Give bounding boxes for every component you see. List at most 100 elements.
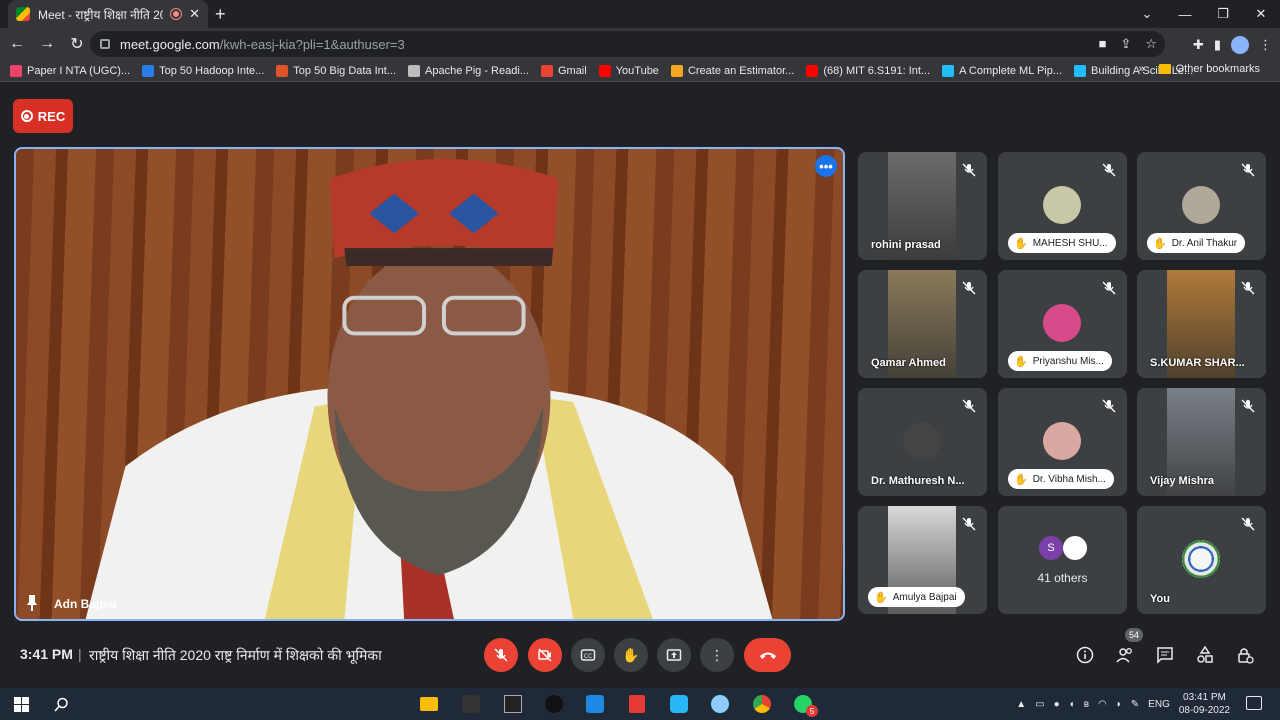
participant-tile[interactable]: Qamar Ahmed xyxy=(858,270,987,378)
app-icon-1[interactable] xyxy=(460,693,482,715)
browser-tab-meet[interactable]: Meet - राष्ट्रीय शिक्षा नीति 2020 ✕ xyxy=(8,0,208,28)
maximize-icon[interactable]: ❐ xyxy=(1204,0,1242,28)
app-icon-4[interactable] xyxy=(668,693,690,715)
back-arrow-icon[interactable]: ← xyxy=(4,31,30,57)
wifi-icon[interactable]: ◠ xyxy=(1098,699,1107,710)
participant-tile[interactable]: rohini prasad xyxy=(858,152,987,260)
self-tile[interactable]: You xyxy=(1137,506,1266,614)
participant-tile[interactable]: ✋ Dr. Vibha Mish... xyxy=(998,388,1127,496)
tab-search-chevron-icon[interactable]: ⌄ xyxy=(1128,0,1166,28)
side-panel-icon[interactable]: ▮ xyxy=(1214,37,1221,53)
search-icon[interactable] xyxy=(50,693,72,715)
raise-hand-button[interactable]: ✋ xyxy=(614,638,648,672)
self-name: You xyxy=(1150,593,1170,605)
meeting-details-button[interactable] xyxy=(1074,644,1096,666)
muted-mic-icon xyxy=(1238,160,1258,180)
mic-off-button[interactable] xyxy=(484,638,518,672)
muted-mic-icon xyxy=(959,396,979,416)
bookmark-item[interactable]: Apache Pig - Readi... xyxy=(408,64,529,77)
leave-call-button[interactable] xyxy=(744,638,791,672)
pin-icon[interactable] xyxy=(26,595,38,611)
bluetooth-icon[interactable]: ʙ xyxy=(1084,699,1089,710)
bookmark-star-icon[interactable]: ☆ xyxy=(1145,36,1157,52)
speaker-icon[interactable]: ◗ xyxy=(1116,699,1122,710)
bookmark-item[interactable]: Create an Estimator... xyxy=(670,64,794,77)
participant-avatar xyxy=(1043,304,1081,342)
activities-button[interactable] xyxy=(1194,644,1216,666)
share-icon[interactable]: ⇪ xyxy=(1120,36,1131,52)
app-icon-5[interactable] xyxy=(709,693,731,715)
participant-tile[interactable]: S.KUMAR SHAR... xyxy=(1137,270,1266,378)
bookmark-item[interactable]: Gmail xyxy=(540,64,587,77)
file-explorer-icon[interactable] xyxy=(418,693,440,715)
chrome-icon[interactable] xyxy=(751,693,773,715)
bookmark-favicon-icon xyxy=(598,64,611,77)
bookmark-item[interactable]: Paper I NTA (UGC)... xyxy=(10,64,130,77)
forward-arrow-icon[interactable]: → xyxy=(34,31,60,57)
bookmark-item[interactable]: Top 50 Hadoop Inte... xyxy=(142,64,264,77)
participant-tile[interactable]: ✋ MAHESH SHU... xyxy=(998,152,1127,260)
window-controls: ⌄ — ❐ ✕ xyxy=(1128,0,1280,28)
clock-date[interactable]: 03:41 PM 08-09-2022 xyxy=(1179,691,1230,717)
vscode-icon[interactable] xyxy=(584,693,606,715)
app-icon-3[interactable] xyxy=(543,693,565,715)
muted-mic-icon xyxy=(959,160,979,180)
camera-in-use-icon[interactable]: ■ xyxy=(1099,36,1107,52)
lock-icon[interactable] xyxy=(100,39,110,49)
windows-start-icon[interactable] xyxy=(10,693,32,715)
pdf-reader-icon[interactable] xyxy=(626,693,648,715)
participant-tile[interactable]: Vijay Mishra xyxy=(1137,388,1266,496)
participant-name: Dr. Vibha Mish... xyxy=(1032,473,1106,485)
profile-avatar[interactable] xyxy=(1231,36,1249,54)
close-window-icon[interactable]: ✕ xyxy=(1242,0,1280,28)
participant-name: Dr. Anil Thakur xyxy=(1171,237,1238,249)
pen-icon[interactable]: ✎ xyxy=(1131,699,1139,710)
language-indicator[interactable]: ENG xyxy=(1148,699,1170,710)
main-speaker-name: Adn Bajpai xyxy=(54,597,117,611)
bookmarks-overflow-icon[interactable]: » xyxy=(1139,63,1145,75)
chrome-menu-icon[interactable]: ⋮ xyxy=(1259,37,1272,53)
muted-mic-icon xyxy=(1238,396,1258,416)
bookmark-item[interactable]: A Complete ML Pip... xyxy=(942,64,1062,77)
address-bar[interactable]: meet.google.com /kwh-easj-kia?pli=1&auth… xyxy=(90,31,1165,57)
meet-area: REC ••• Adn Bajpai rohini prasad ✋ MAHESH … xyxy=(0,82,1280,688)
bookmark-item[interactable]: Top 50 Big Data Int... xyxy=(276,64,396,77)
minimize-icon[interactable]: — xyxy=(1166,0,1204,28)
battery-icon[interactable]: ▭ xyxy=(1035,699,1044,710)
participant-tile[interactable]: ✋ Priyanshu Mis... xyxy=(998,270,1127,378)
present-screen-button[interactable] xyxy=(657,638,691,672)
participant-tile[interactable]: Dr. Mathuresh N... xyxy=(858,388,987,496)
bookmark-favicon-icon xyxy=(540,64,553,77)
taskbar-time: 03:41 PM xyxy=(1183,692,1226,703)
chat-button[interactable] xyxy=(1154,644,1176,666)
captions-button[interactable]: CC xyxy=(571,638,605,672)
participant-tile[interactable]: ✋ Amulya Bajpai xyxy=(858,506,987,614)
bookmark-favicon-icon xyxy=(142,64,155,77)
people-icon xyxy=(1116,648,1132,663)
tray-chevron-icon[interactable]: ▲ xyxy=(1016,699,1026,710)
whatsapp-icon[interactable]: 5 xyxy=(792,693,818,717)
microphone-icon[interactable]: ● xyxy=(1054,699,1060,710)
url-domain: meet.google.com xyxy=(120,36,220,52)
more-options-button[interactable]: ⋮ xyxy=(700,638,734,672)
camera-off-button[interactable] xyxy=(528,638,562,672)
bookmark-item[interactable]: (68) MIT 6.S191: Int... xyxy=(806,64,930,77)
app-icon-2[interactable] xyxy=(502,693,524,715)
extensions-puzzle-icon[interactable]: ✚ xyxy=(1193,37,1204,53)
whatsapp-badge: 5 xyxy=(806,705,818,717)
new-tab-icon[interactable]: + xyxy=(215,4,226,25)
volume-icon[interactable]: ◖ xyxy=(1069,699,1075,710)
more-options-icon[interactable]: ••• xyxy=(815,155,837,177)
recording-button[interactable]: REC xyxy=(13,99,73,133)
bookmark-item[interactable]: YouTube xyxy=(598,64,659,77)
people-button[interactable] xyxy=(1114,644,1136,666)
close-tab-icon[interactable]: ✕ xyxy=(189,6,200,22)
notification-center-icon[interactable] xyxy=(1246,696,1262,710)
others-tile[interactable]: S 41 others xyxy=(998,506,1127,614)
host-controls-button[interactable] xyxy=(1234,644,1256,666)
other-bookmarks[interactable]: Other bookmarks xyxy=(1158,63,1260,75)
participant-tile[interactable]: ✋ Dr. Anil Thakur xyxy=(1137,152,1266,260)
reload-icon[interactable]: ↻ xyxy=(64,31,90,57)
main-speaker-video[interactable]: ••• Adn Bajpai xyxy=(14,147,845,621)
bookmarks-right: » Other bookmarks xyxy=(1139,63,1273,75)
